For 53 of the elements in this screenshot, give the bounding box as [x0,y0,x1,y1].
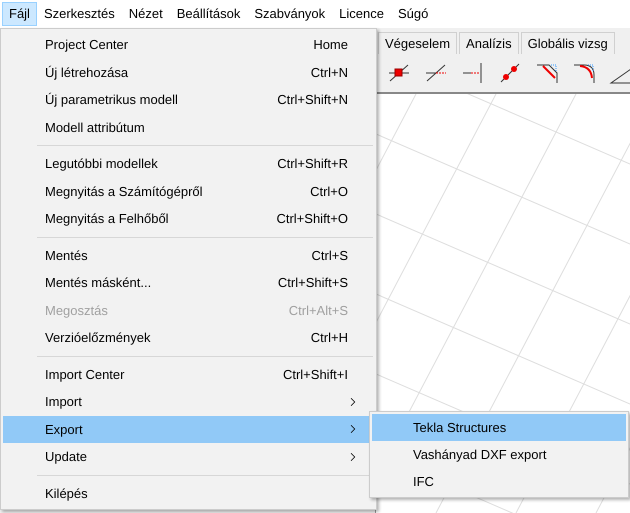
menu-item-label: Kilépés [45,484,89,503]
menu-item[interactable]: Verzióelőzmények Ctrl+H [3,324,374,352]
menu-item-label: Legutóbbi modellek [45,155,159,173]
menu-item-label: Import [45,393,83,411]
menu-item-label: Mentés másként... [45,274,152,292]
shortcut-label: Ctrl+H [310,329,349,347]
shortcut-label: Ctrl+Shift+I [282,366,349,384]
shortcut-label: Ctrl+S [312,246,349,264]
shortcut-label: Ctrl+Shift+N [277,91,349,109]
menu-bar-item[interactable]: Nézet [122,2,170,26]
submenu-item[interactable]: IFC [372,468,626,495]
menu-item-label: Modell attribútum [45,118,146,136]
menu-item-label: Megnyitás a Számítógépről [45,182,204,201]
shortcut-label: Ctrl+N [310,64,349,82]
menu-item[interactable]: Modell attribútum [3,114,374,141]
menu-item[interactable]: Mentés másként... Ctrl+Shift+S [3,269,374,296]
menu-item-label: Mentés [45,246,89,264]
menu-item[interactable]: Legutóbbi modellek Ctrl+Shift+R [3,150,374,178]
shortcut-label: Ctrl+O [310,182,349,200]
shortcut-label: Ctrl+Shift+S [278,274,349,292]
menu-item[interactable]: Import Center Ctrl+Shift+I [3,360,374,388]
menu-item-label: Project Center [45,36,130,54]
submenu-item[interactable]: Tekla Structures [372,414,626,441]
shortcut-label: Ctrl+Shift+O [276,210,349,228]
menu-item-label: Update [45,448,88,466]
menu-item-label: Megosztás [45,302,109,320]
shortcut-label: Ctrl+Shift+R [277,155,349,173]
menu-item[interactable]: Megnyitás a Felhőből Ctrl+Shift+O [3,205,374,232]
menu-bar-item[interactable]: Licence [332,2,391,26]
menu-item[interactable]: Mentés Ctrl+S [3,242,374,269]
menu-item-label: Új létrehozása [45,64,130,82]
menu-item-label: Export [45,420,84,439]
menu-bar-item[interactable]: Beállítások [170,2,248,26]
menu-item[interactable]: Új parametrikus modell Ctrl+Shift+N [3,86,374,114]
ribbon-tab[interactable]: Végeselem [378,32,458,54]
shortcut-label: Ctrl+Alt+S [288,302,349,320]
ribbon-tab[interactable]: Analízis [459,32,519,54]
menu-item-label: Import Center [45,366,126,384]
menu-bar-item[interactable]: Fájl [2,2,37,26]
menu-bar-item[interactable]: Súgó [390,2,436,26]
menu-item-label: Új parametrikus modell [45,91,179,109]
submenu-item[interactable]: Vashányad DXF export [372,441,626,468]
menu-item[interactable]: Import [3,388,374,416]
ribbon-tab[interactable]: Globális vizsg [520,32,615,54]
menu-item[interactable]: Új létrehozása Ctrl+N [3,58,374,86]
shortcut-label: Home [313,36,349,54]
menu-item[interactable]: Update [3,443,374,470]
menu-item[interactable]: Project Center Home [3,31,374,58]
menu-item[interactable]: Megnyitás a Számítógépről Ctrl+O [3,178,374,205]
menu-item-label: Verzióelőzmények [45,329,152,347]
menu-item-label: Megnyitás a Felhőből [45,210,170,228]
menu-bar-item[interactable]: Szabványok [247,2,332,26]
menu-bar-item[interactable]: Szerkesztés [36,2,122,26]
